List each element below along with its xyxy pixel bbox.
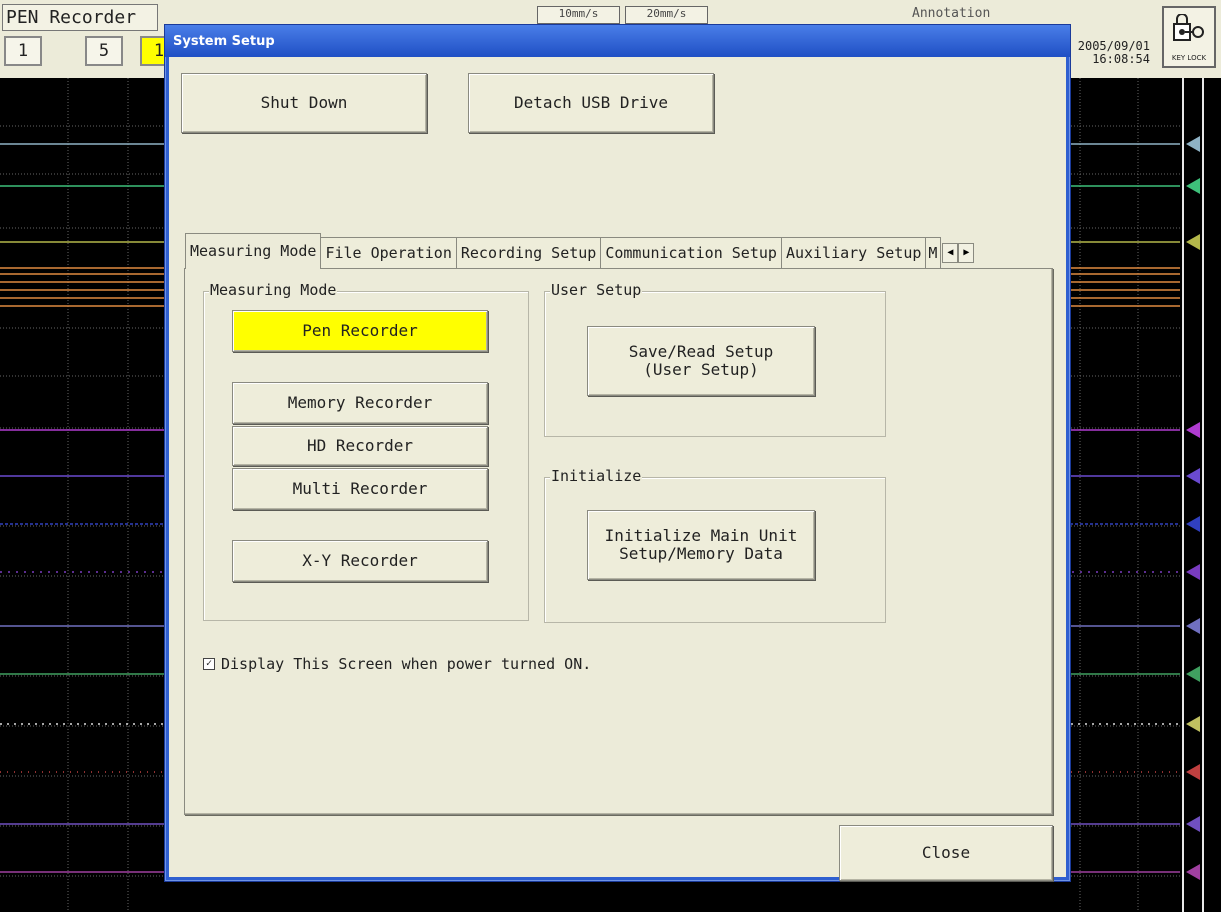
page-button-1[interactable]: 1 [4,36,42,66]
key-lock-icon [1173,13,1204,41]
speed-box-2[interactable]: 20mm/s [625,6,708,24]
user-setup-group-label: User Setup [550,281,643,299]
multi-recorder-button[interactable]: Multi Recorder [232,468,488,510]
speed-box-1[interactable]: 10mm/s [537,6,620,24]
tab-scroll-right-button[interactable]: ▶ [958,243,975,263]
detach-usb-button[interactable]: Detach USB Drive [468,73,714,133]
xy-recorder-button[interactable]: X-Y Recorder [232,540,488,582]
close-button[interactable]: Close [839,825,1053,881]
page-button-5[interactable]: 5 [85,36,123,66]
tab-measuring-mode[interactable]: Measuring Mode [185,233,322,269]
shut-down-button[interactable]: Shut Down [181,73,427,133]
memory-recorder-button[interactable]: Memory Recorder [232,382,488,424]
measuring-mode-group: Measuring Mode Pen Recorder Memory Recor… [203,281,529,621]
measuring-mode-group-label: Measuring Mode [209,281,338,299]
key-lock-label: KEY LOCK [1171,54,1207,62]
tab-more[interactable]: M [925,237,942,269]
tab-recording-setup[interactable]: Recording Setup [455,237,602,269]
tab-auxiliary-setup[interactable]: Auxiliary Setup [780,237,927,269]
startup-display-label: Display This Screen when power turned ON… [221,655,592,673]
key-lock-button[interactable]: KEY LOCK [1162,6,1216,68]
dialog-title[interactable]: System Setup [165,25,1070,57]
dialog-body: Shut Down Detach USB Drive Measuring Mod… [169,57,1066,881]
startup-display-checkbox[interactable]: ✓ [203,658,215,670]
user-setup-group: User Setup Save/Read Setup (User Setup) [544,281,886,437]
pen-recorder-button[interactable]: Pen Recorder [232,310,488,352]
annotation-label: Annotation [912,6,991,20]
tab-file-operation[interactable]: File Operation [320,237,457,269]
hd-recorder-button[interactable]: HD Recorder [232,426,488,466]
initialize-group-label: Initialize [550,467,643,485]
system-setup-dialog: System Setup Shut Down Detach USB Drive … [164,24,1071,882]
startup-display-checkbox-row[interactable]: ✓ Display This Screen when power turned … [203,655,591,673]
settings-tabs: Measuring Mode File Operation Recording … [185,233,975,269]
tab-communication-setup[interactable]: Communication Setup [600,237,782,269]
tab-scroll-left-button[interactable]: ◀ [942,243,959,263]
time-text: 16:08:54 [1092,52,1150,66]
measuring-mode-panel: Measuring Mode Pen Recorder Memory Recor… [184,268,1053,815]
initialize-main-unit-button[interactable]: Initialize Main Unit Setup/Memory Data [587,510,815,580]
clock-display: 2005/09/01 16:08:54 [1070,40,1150,66]
tab-scroll: ◀ ▶ [942,243,975,263]
initialize-group: Initialize Initialize Main Unit Setup/Me… [544,467,886,623]
measuring-mode-title: PEN Recorder [2,4,158,31]
save-read-setup-button[interactable]: Save/Read Setup (User Setup) [587,326,815,396]
